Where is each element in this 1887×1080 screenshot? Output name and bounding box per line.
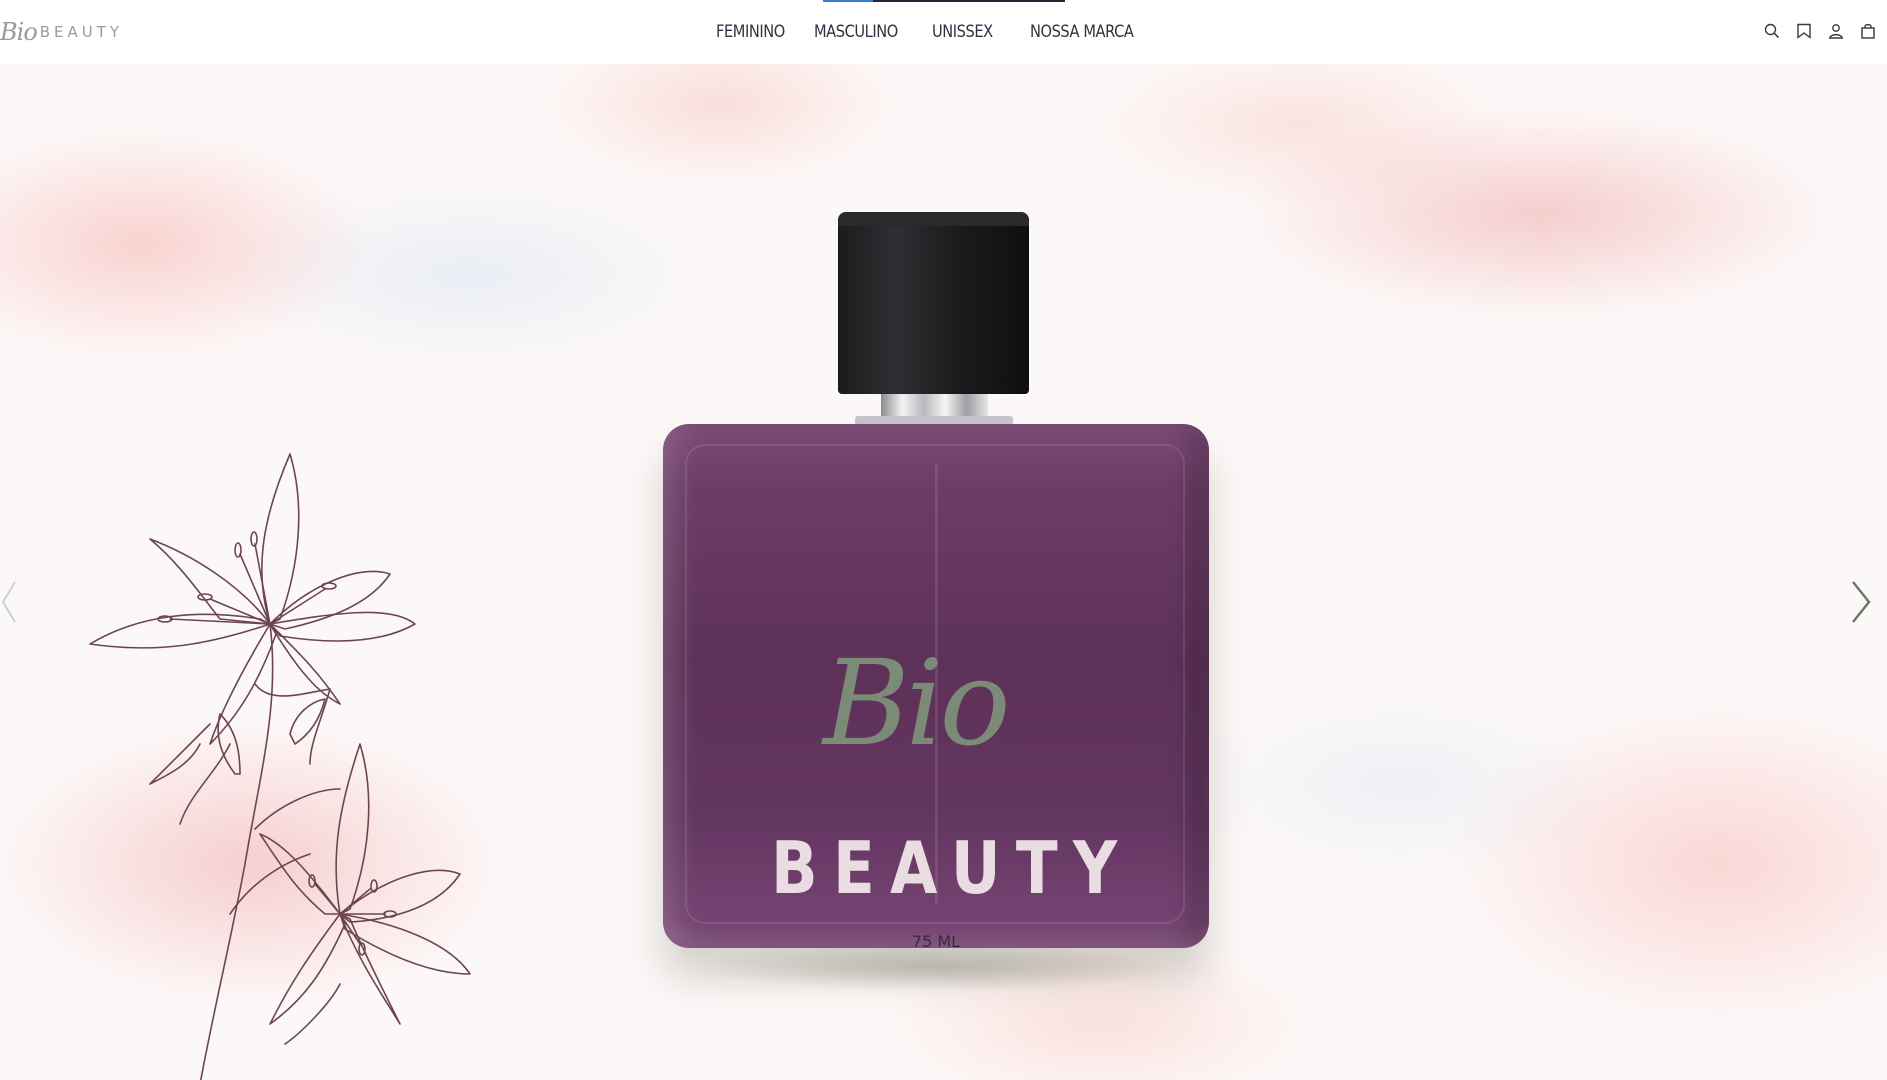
- carousel-next-button[interactable]: [1846, 572, 1876, 632]
- site-header: Bio BEAUTY FEMININO MASCULINO UNISSEX NO…: [0, 0, 1887, 64]
- bottle-cap: [838, 212, 1029, 394]
- brand-logo[interactable]: Bio BEAUTY: [0, 14, 123, 50]
- logo-word: BEAUTY: [39, 23, 124, 41]
- header-tools: [1763, 22, 1877, 40]
- main-nav: FEMININO MASCULINO UNISSEX NOSSA MARCA: [716, 20, 1160, 44]
- nav-active-indicator: [823, 0, 873, 2]
- bag-icon[interactable]: [1859, 22, 1877, 40]
- hero-banner: Bio BEAUTY 75 ML: [0, 64, 1887, 1080]
- bottle-label-script: Bio: [823, 634, 1010, 772]
- logo-script: Bio: [0, 18, 38, 46]
- bottle-label-word: BEAUTY: [771, 826, 1133, 910]
- nav-item-masculino[interactable]: MASCULINO: [814, 20, 915, 44]
- perfume-bottle: Bio BEAUTY 75 ML: [655, 212, 1215, 1052]
- bottle-cap-top: [838, 212, 1029, 226]
- nav-item-unissex[interactable]: UNISSEX: [932, 20, 1016, 44]
- nav-item-nossa-marca[interactable]: NOSSA MARCA: [1030, 20, 1142, 44]
- bottle-volume: 75 ML: [911, 932, 961, 951]
- search-icon[interactable]: [1763, 22, 1781, 40]
- bookmark-icon[interactable]: [1795, 22, 1813, 40]
- user-icon[interactable]: [1827, 22, 1845, 40]
- nav-item-feminino[interactable]: FEMININO: [716, 20, 800, 44]
- lily-illustration: [89, 453, 471, 1080]
- carousel-prev-button[interactable]: [0, 572, 24, 632]
- bottle-body: Bio BEAUTY 75 ML: [663, 424, 1209, 951]
